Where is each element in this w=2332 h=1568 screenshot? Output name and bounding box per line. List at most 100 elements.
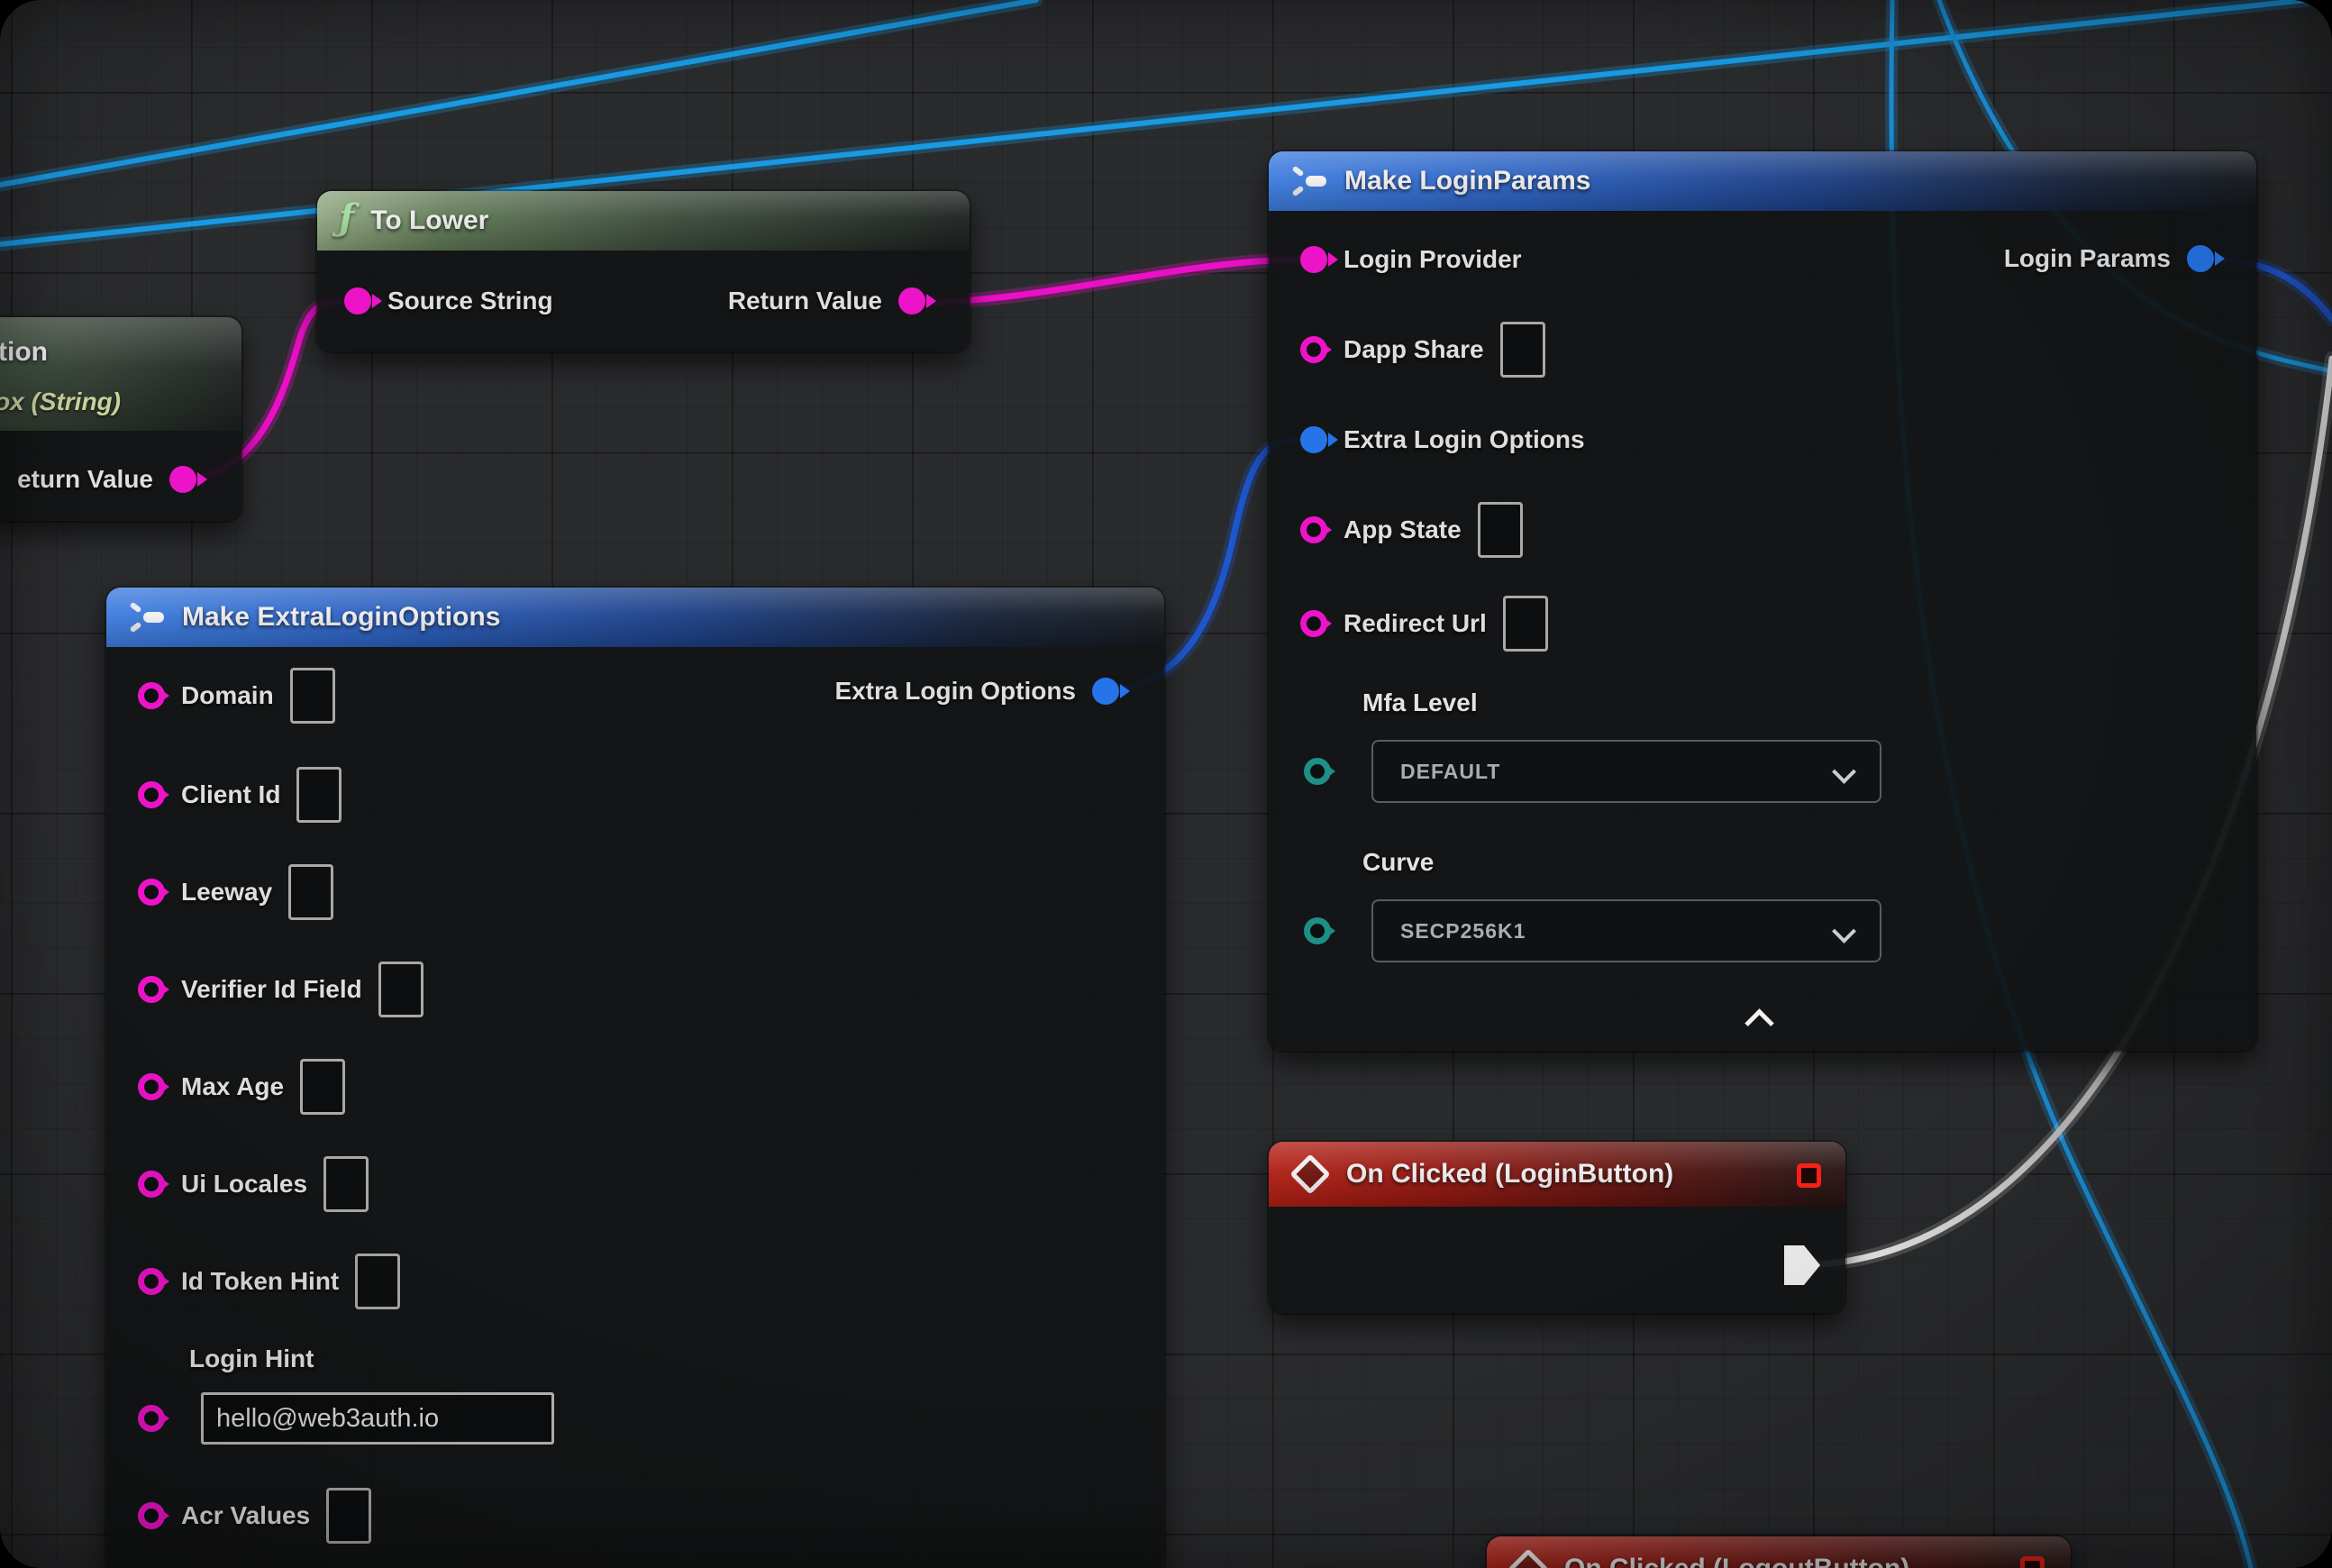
- delegate-pin-square[interactable]: [2020, 1556, 2045, 1568]
- blueprint-editor-screen: tionox (String) eturn Value ƒ To Lower Sourc…: [0, 0, 2332, 1568]
- max-age-input-pin[interactable]: [138, 1073, 165, 1100]
- pin-row-login-hint: [138, 1391, 554, 1445]
- make-struct-icon: [1290, 162, 1328, 200]
- node-make-extra-login-options: Make ExtraLoginOptions Domain Client Id Lee…: [106, 588, 1164, 1568]
- app-state-input-pin[interactable]: [1300, 516, 1327, 543]
- acr-values-input-pin[interactable]: [138, 1502, 165, 1529]
- output-group: Return Value: [728, 287, 925, 315]
- pin-label: Max Age: [181, 1072, 284, 1101]
- dropdown-mfa-level[interactable]: DEFAULT: [1371, 740, 1881, 803]
- node-header[interactable]: Make ExtraLoginOptions: [106, 588, 1164, 647]
- event-diamond-icon: [1289, 1153, 1330, 1194]
- dropdown-curve[interactable]: SECP256K1: [1371, 899, 1881, 962]
- pin-label: Verifier Id Field: [181, 975, 362, 1004]
- domain-value-box[interactable]: [290, 668, 335, 724]
- client-id-input-pin[interactable]: [138, 781, 165, 808]
- node-header[interactable]: On Clicked (LogoutButton): [1487, 1536, 2071, 1568]
- return-value-output-pin[interactable]: [169, 466, 196, 493]
- pin-label: Client Id: [181, 780, 280, 809]
- node-on-clicked-login-button: On Clicked (LoginButton): [1269, 1142, 1845, 1313]
- id-token-hint-input-pin[interactable]: [138, 1268, 165, 1295]
- node-title: Make LoginParams: [1344, 166, 1590, 196]
- dapp-share-value-box[interactable]: [1500, 322, 1545, 378]
- chevron-down-icon: [1832, 919, 1856, 944]
- id-token-hint-value-box[interactable]: [355, 1253, 400, 1309]
- node-header[interactable]: tionox (String): [0, 317, 241, 431]
- pin-label-login-hint: Login Hint: [189, 1345, 314, 1373]
- app-state-value-box[interactable]: [1478, 502, 1523, 558]
- redirect-url-value-box[interactable]: [1503, 596, 1548, 652]
- pin-row-dapp-share: Dapp Share: [1300, 323, 1545, 377]
- dropdown-value: DEFAULT: [1400, 760, 1500, 784]
- pin-label: Source String: [387, 287, 553, 315]
- make-struct-icon: [128, 598, 166, 636]
- pin-row-extra-login-options: Extra Login Options: [1300, 413, 1585, 467]
- extra-login-options-input-pin[interactable]: [1300, 426, 1327, 453]
- source-string-input-pin[interactable]: [344, 287, 371, 315]
- pin-label: Acr Values: [181, 1501, 310, 1530]
- pin-label: App State: [1344, 515, 1462, 544]
- node-title: On Clicked (LogoutButton): [1564, 1554, 1909, 1568]
- pin-row-max-age: Max Age: [138, 1060, 345, 1114]
- delegate-pin-square[interactable]: [1797, 1163, 1821, 1188]
- pin-row-login-provider: Login Provider: [1300, 232, 1522, 287]
- pin-row-ui-locales: Ui Locales: [138, 1157, 369, 1211]
- redirect-url-input-pin[interactable]: [1300, 610, 1327, 637]
- pin-label: Login Params: [2004, 244, 2171, 273]
- curve-input-pin[interactable]: [1304, 917, 1331, 944]
- node-header[interactable]: On Clicked (LoginButton): [1269, 1142, 1845, 1207]
- pin-row-return-value: eturn Value: [17, 452, 196, 506]
- function-f-icon: ƒ: [339, 200, 354, 236]
- domain-input-pin[interactable]: [138, 682, 165, 709]
- pin-row-client-id: Client Id: [138, 768, 342, 822]
- pin-row-leeway: Leeway: [138, 865, 333, 919]
- dapp-share-input-pin[interactable]: [1300, 336, 1327, 363]
- pin-label: Domain: [181, 681, 274, 710]
- pin-row-domain: Domain: [138, 669, 335, 723]
- pin-row-app-state: App State: [1300, 503, 1523, 557]
- dropdown-value: SECP256K1: [1400, 919, 1526, 944]
- pin-label-mfa-level: Mfa Level: [1362, 688, 1478, 717]
- login-hint-input[interactable]: [201, 1392, 554, 1445]
- exec-output-pin[interactable]: [1784, 1245, 1820, 1285]
- pin-label: Return Value: [728, 287, 882, 315]
- pin-row-redirect-url: Redirect Url: [1300, 597, 1548, 651]
- extra-login-options-output-pin[interactable]: [1092, 678, 1119, 705]
- leeway-input-pin[interactable]: [138, 879, 165, 906]
- pin-label: Dapp Share: [1344, 335, 1484, 364]
- ui-locales-value-box[interactable]: [323, 1156, 369, 1212]
- leeway-value-box[interactable]: [288, 864, 333, 920]
- pin-label: Leeway: [181, 878, 272, 907]
- node-clipped-function: tionox (String) eturn Value: [0, 317, 241, 521]
- node-title-fragment: tion: [0, 337, 48, 368]
- verifier-id-field-value-box[interactable]: [378, 962, 424, 1017]
- pin-label: Ui Locales: [181, 1170, 307, 1199]
- event-diamond-icon: [1508, 1548, 1548, 1568]
- login-provider-input-pin[interactable]: [1300, 246, 1327, 273]
- node-to-lower: ƒ To Lower Source String Return Value: [317, 191, 970, 351]
- acr-values-value-box[interactable]: [326, 1488, 371, 1544]
- node-header[interactable]: Make LoginParams: [1269, 151, 2256, 211]
- client-id-value-box[interactable]: [296, 767, 342, 823]
- pin-label: Extra Login Options: [1344, 425, 1585, 454]
- pin-label: Login Provider: [1344, 245, 1522, 274]
- return-value-output-pin[interactable]: [898, 287, 925, 315]
- pin-row-id-token-hint: Id Token Hint: [138, 1254, 400, 1308]
- max-age-value-box[interactable]: [300, 1059, 345, 1115]
- mfa-level-input-pin[interactable]: [1304, 758, 1331, 785]
- login-params-output-pin[interactable]: [2187, 245, 2214, 272]
- node-title: To Lower: [370, 205, 488, 236]
- pin-row-to-lower: Source String Return Value: [344, 274, 925, 328]
- collapse-node-button[interactable]: [1744, 1008, 1774, 1038]
- node-on-clicked-logout-button: On Clicked (LogoutButton): [1487, 1536, 2071, 1568]
- pin-row-login-params-out: Login Params: [2004, 232, 2214, 286]
- node-header[interactable]: ƒ To Lower: [317, 191, 970, 251]
- verifier-id-field-input-pin[interactable]: [138, 976, 165, 1003]
- login-hint-input-pin[interactable]: [138, 1405, 165, 1432]
- pin-label: Redirect Url: [1344, 609, 1487, 638]
- pin-row-verifier-id-field: Verifier Id Field: [138, 962, 424, 1016]
- ui-locales-input-pin[interactable]: [138, 1171, 165, 1198]
- node-title: Make ExtraLoginOptions: [182, 602, 500, 633]
- blueprint-graph-canvas[interactable]: tionox (String) eturn Value ƒ To Lower Sourc…: [0, 0, 2332, 1568]
- input-group: Source String: [344, 287, 553, 315]
